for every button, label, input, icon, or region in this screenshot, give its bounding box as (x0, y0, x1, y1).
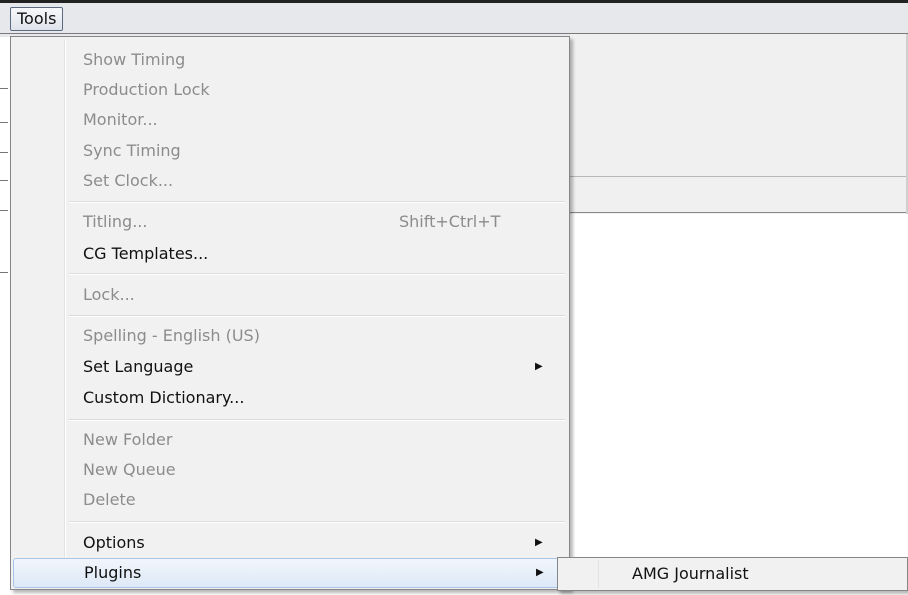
submenu-arrow-icon: ▶ (535, 361, 543, 372)
menu-item-spelling[interactable]: Spelling - English (US) (13, 321, 567, 351)
menu-item-production-lock[interactable]: Production Lock (13, 75, 567, 105)
menu-item-lock[interactable]: Lock... (13, 280, 567, 310)
menu-separator (69, 273, 565, 275)
menu-item-label: Titling... (83, 212, 148, 231)
app-toolbar-area (570, 34, 908, 214)
menu-separator (69, 419, 565, 421)
menu-item-label: Options (83, 533, 145, 552)
plugins-submenu: AMG Journalist (557, 557, 908, 591)
shortcut-label: Shift+Ctrl+T (399, 212, 501, 231)
menu-separator (69, 521, 565, 523)
menu-item-options[interactable]: Options ▶ (13, 528, 567, 558)
menu-item-delete[interactable]: Delete (13, 485, 567, 515)
menu-item-label: Lock... (83, 285, 135, 304)
menu-item-label: Monitor... (83, 110, 158, 129)
tools-menu-button[interactable]: Tools (10, 7, 64, 31)
menu-item-label: CG Templates... (83, 244, 209, 263)
menu-item-label: New Folder (83, 430, 173, 449)
menu-item-label: Show Timing (83, 50, 186, 69)
menu-item-custom-dictionary[interactable]: Custom Dictionary... (13, 383, 567, 413)
menu-separator (69, 315, 565, 317)
menu-item-label: Plugins (84, 563, 142, 582)
menu-item-label: Spelling - English (US) (83, 326, 260, 345)
menu-item-label: New Queue (83, 460, 176, 479)
menu-item-sync-timing[interactable]: Sync Timing (13, 136, 567, 166)
menu-item-label: Delete (83, 490, 136, 509)
menu-item-show-timing[interactable]: Show Timing (13, 45, 567, 75)
menu-item-label: Production Lock (83, 80, 210, 99)
tools-dropdown-menu: Show Timing Production Lock Monitor... S… (10, 36, 570, 590)
menu-separator (69, 201, 565, 203)
menu-item-monitor[interactable]: Monitor... (13, 105, 567, 135)
menu-item-new-queue[interactable]: New Queue (13, 455, 567, 485)
menu-item-cg-templates[interactable]: CG Templates... (13, 239, 567, 269)
submenu-arrow-icon: ▶ (536, 567, 544, 578)
submenu-arrow-icon: ▶ (535, 537, 543, 548)
menu-bar: Tools (0, 0, 908, 37)
divider (570, 176, 908, 177)
window-edge-ticks (0, 60, 10, 280)
menu-item-label: Sync Timing (83, 141, 181, 160)
menu-item-label: Set Language (83, 357, 194, 376)
divider (570, 212, 908, 213)
menu-item-set-language[interactable]: Set Language ▶ (13, 352, 567, 382)
menu-item-set-clock[interactable]: Set Clock... (13, 166, 567, 196)
menu-item-titling[interactable]: Titling... Shift+Ctrl+T (13, 207, 567, 237)
menu-item-label: Set Clock... (83, 171, 174, 190)
menu-item-new-folder[interactable]: New Folder (13, 425, 567, 455)
submenu-item-amg-journalist[interactable]: AMG Journalist (632, 558, 749, 590)
menu-item-label: Custom Dictionary... (83, 388, 245, 407)
icon-gutter (598, 560, 599, 588)
menu-item-plugins[interactable]: Plugins ▶ (13, 558, 567, 588)
